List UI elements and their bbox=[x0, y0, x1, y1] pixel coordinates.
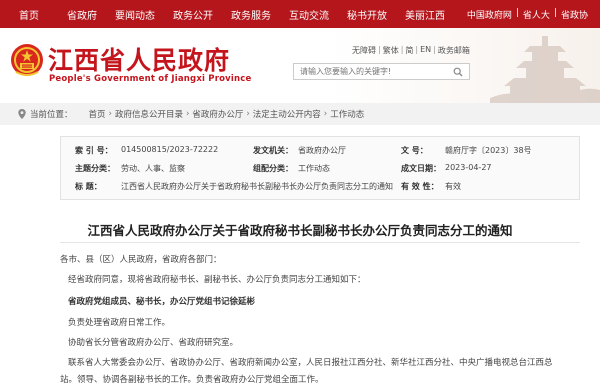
document-info-table: 索 引 号： 014500815/2023-72222 发文机关： 省政府办公厅… bbox=[60, 136, 580, 200]
date-label: 成文日期： bbox=[401, 164, 441, 173]
valid-value: 有效 bbox=[445, 182, 461, 191]
divider: | bbox=[553, 7, 557, 18]
divider: | bbox=[433, 45, 436, 54]
index-value: 014500815/2023-72222 bbox=[121, 145, 219, 154]
subject-label: 主题分类： bbox=[75, 164, 115, 173]
title-value: 江西省人民政府办公厅关于省政府秘书长副秘书长办公厅负责同志分工的通知 bbox=[121, 182, 393, 191]
divider: | bbox=[415, 45, 419, 54]
valid-label: 有 效 性： bbox=[401, 182, 439, 191]
title-label: 标 题： bbox=[75, 182, 102, 191]
nav-item-open[interactable]: 秘书开放 bbox=[338, 0, 396, 28]
link-provincial-congress[interactable]: 省人大 bbox=[523, 8, 550, 21]
divider: | bbox=[400, 45, 404, 54]
search-box bbox=[293, 63, 470, 80]
paragraph: 站。领导、协调各副秘书长的工作。负责省政府办公厅党组全面工作。 bbox=[60, 375, 324, 385]
breadcrumb-item-home[interactable]: 首页 bbox=[89, 108, 106, 120]
breadcrumb-item-work-news[interactable]: 工作动态 bbox=[330, 108, 364, 120]
nav-item-home[interactable]: 首页 bbox=[0, 0, 58, 28]
paragraph-heading: 省政府党组成员、秘书长，办公厅党组书记徐延彬 bbox=[68, 297, 256, 307]
subject-value: 劳动、人事、监察 bbox=[121, 164, 185, 173]
header-tools: 无障碍 | 繁体 | 简 | EN | 政务邮箱 bbox=[352, 45, 470, 56]
search-button[interactable] bbox=[447, 64, 469, 79]
chevron-right-icon: › bbox=[246, 109, 250, 119]
issuer-label: 发文机关： bbox=[253, 146, 293, 155]
divider: | bbox=[378, 45, 381, 54]
nav-item-news[interactable]: 要闻动态 bbox=[106, 0, 164, 28]
gov-email-link[interactable]: 政务邮箱 bbox=[438, 45, 470, 56]
tengwang-pavilion-icon bbox=[490, 36, 600, 103]
paragraph: 经省政府同意，现将省政府秘书长、副秘书长、办公厅负责同志分工通知如下： bbox=[68, 275, 366, 285]
site-title[interactable]: 江西省人民政府 bbox=[48, 41, 230, 77]
issuer-value: 省政府办公厅 bbox=[298, 146, 346, 155]
breadcrumb-prefix: 当前位置： bbox=[30, 110, 73, 120]
index-label: 索 引 号： bbox=[75, 146, 113, 155]
paragraph: 联系省人大常委会办公厅、省政协办公厅、省政府新闻办公室，人民日报社江西分社、新华… bbox=[68, 358, 553, 368]
breadcrumb-item-office[interactable]: 省政府办公厅 bbox=[192, 108, 243, 120]
paragraph-salutation: 各市、县（区）人民政府，省政府各部门： bbox=[60, 255, 222, 265]
nav-item-interaction[interactable]: 互动交流 bbox=[280, 0, 338, 28]
date-value: 2023-04-27 bbox=[445, 163, 492, 172]
traditional-chinese-link[interactable]: 繁体 bbox=[383, 45, 399, 56]
chevron-right-icon: › bbox=[323, 109, 328, 119]
simplified-chinese-link[interactable]: 简 bbox=[405, 45, 413, 56]
link-provincial-cppcc[interactable]: 省政协 bbox=[561, 8, 588, 21]
site-subtitle: People's Government of Jiangxi Province bbox=[49, 74, 252, 84]
top-nav: 首页 省政府 要闻动态 政务公开 政务服务 互动交流 秘书开放 美丽江西 中国政… bbox=[0, 0, 600, 28]
breadcrumb: 当前位置： 首页 › 政府信息公开目录 › 省政府办公厅 › 法定主动公开内容 … bbox=[0, 103, 600, 125]
nav-item-gov-affairs-public[interactable]: 政务公开 bbox=[164, 0, 222, 28]
chevron-right-icon: › bbox=[108, 109, 112, 119]
location-icon bbox=[18, 109, 26, 119]
nav-item-gov-services[interactable]: 政务服务 bbox=[222, 0, 280, 28]
divider bbox=[60, 242, 580, 243]
nav-items: 首页 省政府 要闻动态 政务公开 政务服务 互动交流 秘书开放 美丽江西 bbox=[0, 0, 454, 28]
national-emblem-icon bbox=[11, 44, 43, 76]
nav-item-beautiful-jiangxi[interactable]: 美丽江西 bbox=[396, 0, 454, 28]
paragraph: 协助省长分管省政府办公厅、省政府研究室。 bbox=[68, 338, 239, 348]
top-right-links: 中国政府网 | 省人大 | 省政协 bbox=[467, 8, 600, 21]
accessibility-link[interactable]: 无障碍 bbox=[352, 45, 376, 56]
docno-value: 赣府厅字〔2023〕38号 bbox=[445, 146, 532, 155]
breadcrumb-item-statutory[interactable]: 法定主动公开内容 bbox=[253, 108, 321, 120]
docno-label: 文 号： bbox=[401, 146, 428, 155]
chevron-right-icon: › bbox=[185, 109, 190, 119]
paragraph: 负责处理省政府日常工作。 bbox=[68, 318, 171, 328]
breadcrumb-item-catalog[interactable]: 政府信息公开目录 bbox=[115, 108, 183, 120]
link-china-gov[interactable]: 中国政府网 bbox=[467, 8, 512, 21]
document-title: 江西省人民政府办公厅关于省政府秘书长副秘书长办公厅负责同志分工的通知 bbox=[87, 223, 513, 238]
search-input[interactable] bbox=[294, 64, 447, 79]
genre-value: 工作动态 bbox=[298, 164, 330, 173]
search-icon bbox=[453, 67, 463, 76]
english-link[interactable]: EN bbox=[420, 45, 431, 56]
divider: | bbox=[515, 7, 519, 18]
nav-item-province-gov[interactable]: 省政府 bbox=[58, 0, 106, 28]
genre-label: 组配分类： bbox=[253, 164, 293, 173]
